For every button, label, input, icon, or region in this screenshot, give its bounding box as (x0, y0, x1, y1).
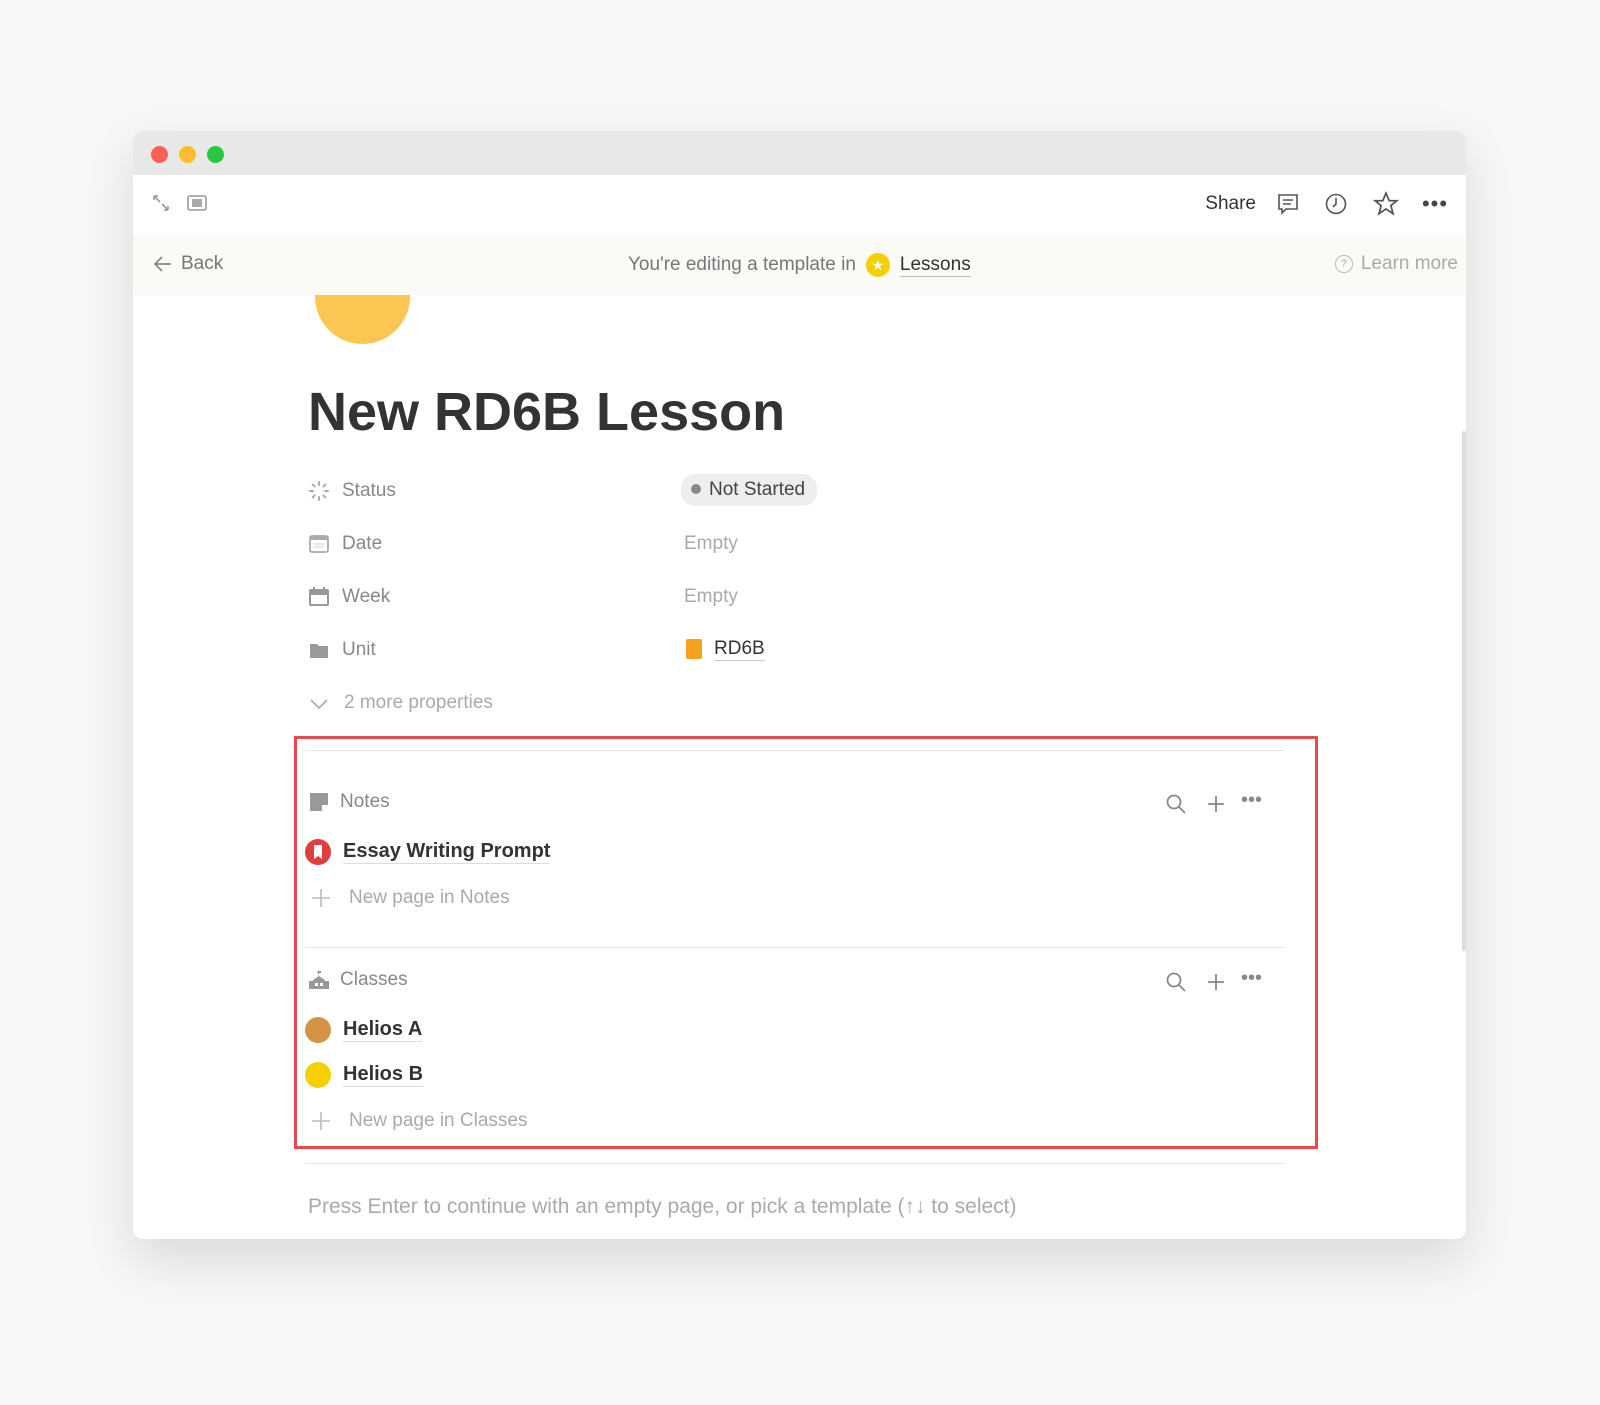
more-icon[interactable]: ••• (1241, 789, 1262, 812)
unit-link[interactable]: RD6B (714, 638, 765, 661)
property-status[interactable]: Status Not Started (308, 474, 908, 506)
item-title: Helios A (343, 1018, 423, 1042)
share-button[interactable]: Share (1205, 193, 1256, 215)
sidebar-icon[interactable] (185, 191, 209, 215)
template-message: You're editing a template in ★ Lessons (628, 253, 971, 277)
search-icon[interactable] (1165, 971, 1187, 993)
plus-icon (312, 1112, 330, 1130)
app-window: Share ••• Back You're editing a template… (133, 131, 1466, 1239)
class-icon (305, 1017, 331, 1043)
property-value[interactable]: Empty (684, 586, 738, 608)
property-label: Date (342, 533, 383, 554)
note-icon (310, 793, 328, 811)
minimize-button[interactable] (179, 146, 196, 163)
add-icon[interactable] (1205, 793, 1227, 815)
notes-section-header[interactable]: Notes (308, 791, 390, 813)
lessons-link[interactable]: Lessons (899, 254, 971, 277)
add-icon[interactable] (1205, 971, 1227, 993)
classes-actions: ••• (1165, 967, 1275, 995)
more-icon[interactable]: ••• (1420, 190, 1450, 218)
new-page-notes-button[interactable]: New page in Notes (311, 887, 510, 909)
expand-icon[interactable] (149, 191, 173, 215)
divider (305, 750, 1284, 751)
property-week[interactable]: Week Empty (308, 582, 908, 612)
comment-icon[interactable] (1274, 190, 1302, 218)
page-title[interactable]: New RD6B Lesson (308, 381, 785, 443)
item-title: Essay Writing Prompt (343, 840, 551, 864)
maximize-button[interactable] (207, 146, 224, 163)
unit-book-icon (686, 639, 702, 659)
class-icon (305, 1062, 331, 1088)
page-icon-area (133, 295, 1466, 355)
property-value[interactable]: Empty (684, 533, 738, 555)
plus-icon (312, 889, 330, 907)
search-icon[interactable] (1165, 793, 1187, 815)
close-button[interactable] (151, 146, 168, 163)
notes-title: Notes (340, 791, 390, 812)
school-icon (309, 971, 329, 989)
property-label: Week (342, 586, 391, 607)
toolbar: Share ••• (133, 175, 1466, 235)
calendar-filled-icon (309, 587, 329, 606)
property-date[interactable]: Date Empty (308, 529, 908, 559)
learn-more-label: Learn more (1360, 253, 1458, 274)
notes-actions: ••• (1165, 789, 1275, 817)
status-value: Not Started (709, 479, 806, 500)
more-properties-toggle[interactable]: 2 more properties (308, 688, 908, 718)
banner-message: You're editing a template in (628, 254, 856, 275)
property-unit[interactable]: Unit RD6B (308, 635, 908, 665)
divider (305, 1163, 1284, 1164)
more-icon[interactable]: ••• (1241, 967, 1262, 990)
scrollbar[interactable] (1462, 431, 1466, 951)
folder-icon (310, 644, 328, 658)
classes-title: Classes (340, 969, 408, 990)
star-icon[interactable] (1372, 190, 1400, 218)
item-title: Helios B (343, 1063, 424, 1087)
status-badge[interactable]: Not Started (681, 474, 818, 506)
chevron-down-icon (310, 699, 328, 710)
lessons-star-icon: ★ (865, 253, 890, 277)
bookmark-icon (305, 839, 331, 865)
history-icon[interactable] (1322, 190, 1350, 218)
calendar-icon (309, 535, 329, 553)
classes-section-header[interactable]: Classes (308, 969, 408, 991)
title-bar (133, 131, 1466, 175)
back-button[interactable]: Back (153, 253, 223, 275)
help-icon: ? (1334, 255, 1353, 273)
new-page-classes-button[interactable]: New page in Classes (311, 1110, 527, 1132)
template-hint: Press Enter to continue with an empty pa… (308, 1195, 1017, 1218)
template-banner: Back You're editing a template in ★ Less… (133, 235, 1466, 295)
property-label: Status (342, 480, 396, 501)
status-icon (309, 481, 329, 501)
property-label: Unit (342, 639, 376, 660)
divider (305, 947, 1284, 948)
page-icon[interactable] (315, 295, 410, 344)
new-page-label: New page in Classes (349, 1110, 528, 1131)
arrow-left-icon (153, 256, 171, 272)
back-label: Back (181, 253, 224, 274)
more-properties-label: 2 more properties (344, 692, 493, 713)
learn-more-link[interactable]: ? Learn more (1334, 253, 1458, 275)
new-page-label: New page in Notes (349, 887, 510, 908)
